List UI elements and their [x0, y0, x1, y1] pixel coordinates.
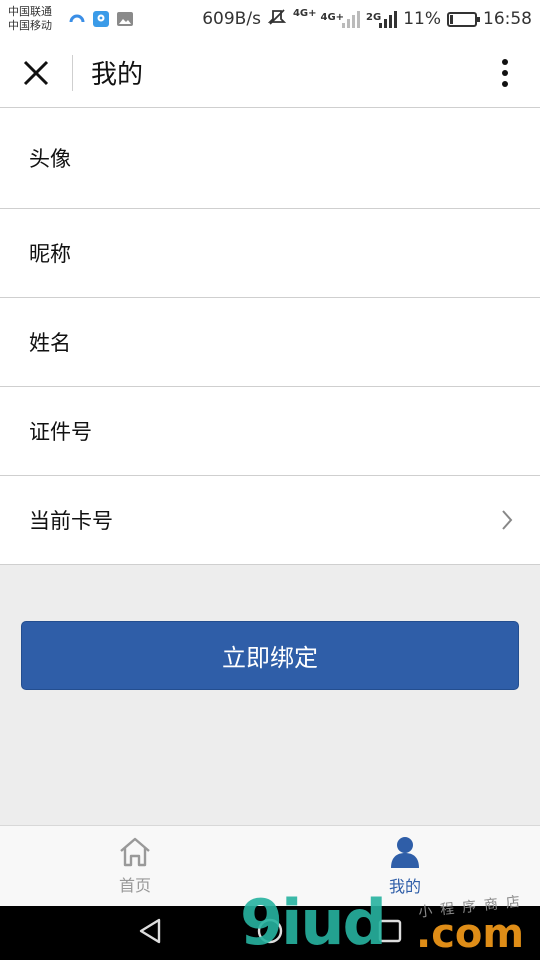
profile-form: 头像 昵称 姓名 证件号 当前卡号 [0, 108, 540, 565]
signal-bars-icon-2 [379, 10, 398, 28]
row-nickname[interactable]: 昵称 [0, 209, 540, 298]
tab-home[interactable]: 首页 [0, 826, 270, 906]
network-type-3: 2G [366, 12, 382, 23]
system-nav-bar [0, 906, 540, 960]
row-name[interactable]: 姓名 [0, 298, 540, 387]
recents-icon[interactable] [377, 918, 403, 948]
location-app-icon [92, 10, 110, 28]
row-label: 昵称 [29, 242, 71, 266]
header-divider [72, 54, 73, 91]
status-bar: 中国联通 中国移动 609B/s 4G+ 4G+ 2G 11% 16:58 [0, 0, 540, 38]
close-icon [23, 60, 49, 85]
sync-icon [68, 10, 86, 28]
battery-percent: 11% [403, 9, 441, 29]
tab-label: 我的 [388, 877, 421, 896]
signal-3: 2G [366, 10, 398, 28]
app-header: 我的 [0, 38, 540, 108]
signal-1: 4G+ [293, 9, 317, 24]
back-icon[interactable] [137, 917, 163, 949]
more-vertical-icon [502, 58, 508, 87]
battery-fill [450, 14, 453, 24]
bind-now-button[interactable]: 立即绑定 [21, 621, 519, 690]
mute-icon [267, 7, 287, 32]
row-avatar[interactable]: 头像 [0, 108, 540, 209]
network-speed: 609B/s [202, 9, 261, 29]
carrier-info: 中国联通 中国移动 [8, 5, 62, 33]
status-right: 609B/s 4G+ 4G+ 2G 11% 16:58 [202, 7, 532, 32]
gallery-icon [116, 10, 134, 28]
more-button[interactable] [470, 38, 540, 108]
home-circle-icon[interactable] [256, 917, 284, 949]
row-label: 姓名 [29, 331, 71, 355]
clock: 16:58 [483, 9, 532, 29]
row-label: 当前卡号 [29, 509, 113, 533]
network-type-1: 4G+ [292, 8, 317, 19]
signal-bars-icon [342, 10, 361, 28]
page-title: 我的 [91, 60, 144, 90]
home-icon [120, 837, 150, 867]
row-label: 证件号 [29, 420, 92, 444]
chevron-right-icon [502, 510, 513, 530]
tab-bar: 首页 我的 [0, 825, 540, 906]
row-label: 头像 [29, 147, 71, 171]
carrier-2: 中国移动 [8, 19, 52, 32]
battery-icon [447, 11, 480, 27]
user-icon [391, 837, 419, 868]
carrier-1: 中国联通 [8, 5, 52, 18]
tab-me[interactable]: 我的 [270, 826, 540, 906]
tab-label: 首页 [118, 876, 151, 895]
row-id-number[interactable]: 证件号 [0, 387, 540, 476]
row-card-number[interactable]: 当前卡号 [0, 476, 540, 565]
close-button[interactable] [0, 38, 72, 108]
network-type-2: 4G+ [320, 12, 345, 23]
signal-2: 4G+ [320, 10, 361, 28]
